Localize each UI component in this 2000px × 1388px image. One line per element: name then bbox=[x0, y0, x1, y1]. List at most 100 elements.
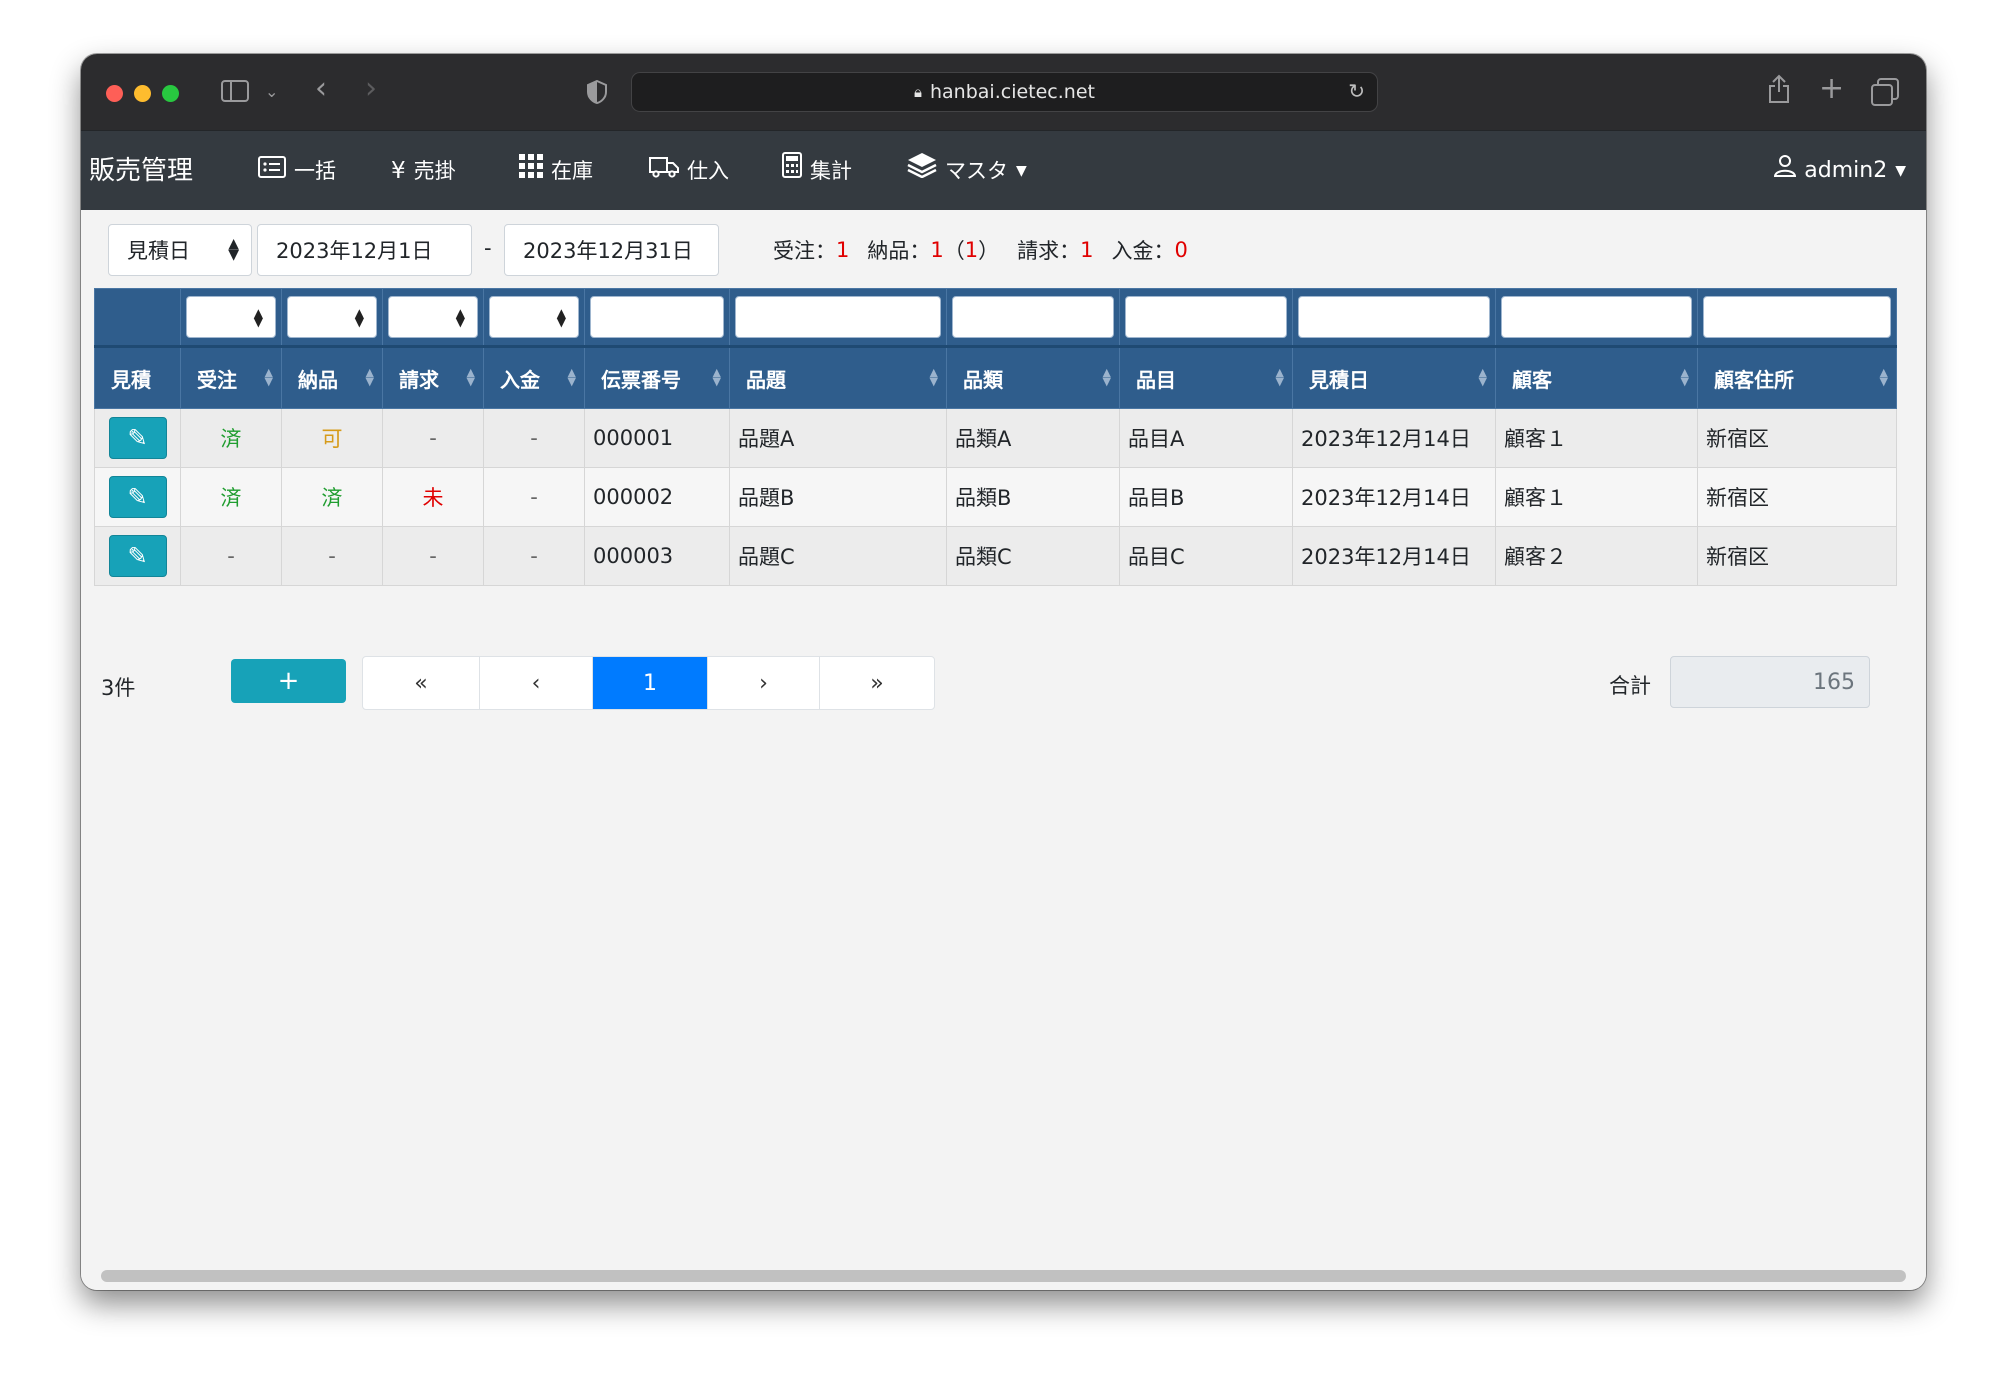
order-count: 1 bbox=[836, 238, 850, 262]
filter-cell bbox=[1495, 288, 1698, 347]
filter-date-input[interactable] bbox=[1298, 296, 1490, 338]
col-header-payment[interactable]: 入金 ▲ ▼ bbox=[483, 345, 585, 409]
filter-title-input[interactable] bbox=[735, 296, 941, 338]
filter-invoice-select[interactable]: ▲ ▼ bbox=[388, 296, 478, 338]
tabs-icon[interactable] bbox=[1871, 78, 1899, 111]
slip-number: 000002 bbox=[584, 467, 730, 527]
total-label: 合計 bbox=[1609, 674, 1651, 698]
filter-customer-input[interactable] bbox=[1501, 296, 1692, 338]
horizontal-scrollbar[interactable] bbox=[101, 1270, 1906, 1282]
sort-icon: ▲ ▼ bbox=[1879, 366, 1888, 388]
date-type-select[interactable]: 見積日 ▲ ▼ bbox=[108, 224, 252, 276]
add-estimate-button[interactable]: + bbox=[231, 659, 346, 703]
col-header-slip[interactable]: 伝票番号 ▲ ▼ bbox=[584, 345, 730, 409]
col-header-address[interactable]: 顧客住所 ▲ ▼ bbox=[1697, 345, 1897, 409]
invoice-status: 未 bbox=[382, 467, 484, 527]
close-window-icon[interactable] bbox=[106, 85, 123, 102]
share-icon[interactable] bbox=[1767, 74, 1791, 109]
nav-item-stock[interactable]: 在庫 bbox=[519, 131, 593, 211]
date-from-input[interactable]: 2023年12月1日 bbox=[257, 224, 472, 276]
sort-icon: ▲ ▼ bbox=[264, 366, 273, 388]
forward-icon[interactable]: › bbox=[365, 74, 377, 104]
order-status: 済 bbox=[180, 467, 282, 527]
col-header-label: 納品 bbox=[298, 367, 338, 392]
filter-order-select[interactable]: ▲ ▼ bbox=[186, 296, 276, 338]
lock-icon: 🔒︎ bbox=[914, 83, 922, 101]
pencil-icon: ✎ bbox=[127, 542, 148, 570]
reload-icon[interactable]: ↻ bbox=[1348, 79, 1365, 103]
page-last-button[interactable]: » bbox=[820, 657, 934, 709]
nav-item-receivable[interactable]: ¥ 売掛 bbox=[391, 131, 456, 211]
nav-item-master[interactable]: マスタ ▼ bbox=[907, 131, 1027, 211]
col-header-delivery[interactable]: 納品 ▲ ▼ bbox=[281, 345, 383, 409]
col-header-title[interactable]: 品題 ▲ ▼ bbox=[729, 345, 947, 409]
new-tab-icon[interactable]: + bbox=[1819, 74, 1844, 104]
filter-address-input[interactable] bbox=[1703, 296, 1891, 338]
customer-name: 顧客２ bbox=[1495, 526, 1698, 586]
yen-icon: ¥ bbox=[391, 158, 406, 184]
address-bar[interactable]: 🔒︎ hanbai.cietec.net ↻ bbox=[631, 72, 1378, 112]
col-header-kind[interactable]: 品類 ▲ ▼ bbox=[946, 345, 1120, 409]
payment-status: - bbox=[483, 408, 585, 468]
col-header-order[interactable]: 受注 ▲ ▼ bbox=[180, 345, 282, 409]
caret-down-icon: ▼ bbox=[1016, 163, 1027, 179]
select-arrows-icon: ▲ ▼ bbox=[354, 306, 364, 329]
page-1-button[interactable]: 1 bbox=[593, 657, 708, 709]
order-count-label: 受注： bbox=[773, 239, 836, 263]
invoice-count: 1 bbox=[1080, 238, 1094, 262]
back-icon[interactable]: ‹ bbox=[315, 74, 327, 104]
filter-payment-select[interactable]: ▲ ▼ bbox=[489, 296, 579, 338]
filter-cell bbox=[1697, 288, 1897, 347]
filter-cell bbox=[1119, 288, 1293, 347]
item-title: 品題B bbox=[729, 467, 947, 527]
col-header-label: 顧客住所 bbox=[1714, 367, 1794, 392]
item-name: 品目B bbox=[1119, 467, 1293, 527]
filter-cell bbox=[946, 288, 1120, 347]
user-menu[interactable]: admin2 ▼ bbox=[1774, 131, 1906, 211]
table-row[interactable]: ✎ 済 可 - - 000001 品題A 品類A 品目A 2023年12月14日… bbox=[94, 408, 1897, 468]
item-kind: 品類C bbox=[946, 526, 1120, 586]
col-header-label: 顧客 bbox=[1512, 367, 1552, 392]
item-name: 品目C bbox=[1119, 526, 1293, 586]
delivery-count: 1 bbox=[930, 238, 944, 262]
date-to-input[interactable]: 2023年12月31日 bbox=[504, 224, 719, 276]
nav-item-purchase[interactable]: 仕入 bbox=[649, 131, 729, 211]
edit-button[interactable]: ✎ bbox=[108, 535, 167, 577]
nav-item-label: マスタ bbox=[945, 159, 1008, 183]
card-list-icon bbox=[258, 131, 286, 211]
col-header-label: 請求 bbox=[399, 367, 439, 392]
page-first-button[interactable]: « bbox=[363, 657, 480, 709]
nav-item-aggregate[interactable]: 集計 bbox=[782, 131, 852, 211]
col-header-date[interactable]: 見積日 ▲ ▼ bbox=[1292, 345, 1496, 409]
status-summary: 受注： 1 納品： 1 （ 1 ） 請求： 1 入金： 0 bbox=[773, 224, 1188, 276]
chevron-down-icon[interactable]: ⌄ bbox=[265, 79, 278, 105]
filter-kind-input[interactable] bbox=[952, 296, 1114, 338]
filter-cell: ▲ ▼ bbox=[180, 288, 282, 347]
sort-icon: ▲ ▼ bbox=[567, 366, 576, 388]
table-row[interactable]: ✎ - - - - 000003 品題C 品類C 品目C 2023年12月14日… bbox=[94, 526, 1897, 586]
page-prev-button[interactable]: ‹ bbox=[480, 657, 593, 709]
filter-item-input[interactable] bbox=[1125, 296, 1287, 338]
app-navbar: 販売管理 一括 ¥ 売掛 在庫 仕入 集計 マスタ ▼ admin2 ▼ bbox=[81, 130, 1926, 211]
table-row[interactable]: ✎ 済 済 未 - 000002 品題B 品類B 品目B 2023年12月14日… bbox=[94, 467, 1897, 527]
sidebar-icon[interactable] bbox=[221, 79, 249, 108]
edit-button[interactable]: ✎ bbox=[108, 476, 167, 518]
nav-item-bulk[interactable]: 一括 bbox=[258, 131, 336, 211]
col-header-item[interactable]: 品目 ▲ ▼ bbox=[1119, 345, 1293, 409]
col-header-label: 見積日 bbox=[1309, 367, 1369, 392]
filter-slip-input[interactable] bbox=[590, 296, 724, 338]
user-name: admin2 bbox=[1804, 158, 1888, 183]
nav-item-label: 仕入 bbox=[687, 159, 729, 183]
estimate-date: 2023年12月14日 bbox=[1292, 408, 1496, 468]
zoom-window-icon[interactable] bbox=[162, 85, 179, 102]
customer-address: 新宿区 bbox=[1697, 408, 1897, 468]
col-header-label: 伝票番号 bbox=[601, 367, 681, 392]
minimize-window-icon[interactable] bbox=[134, 85, 151, 102]
filter-delivery-select[interactable]: ▲ ▼ bbox=[287, 296, 377, 338]
estimates-table: ▲ ▼ ▲ ▼ ▲ ▼ ▲ ▼ 見積 受注 ▲ ▼ 納品 ▲ ▼ 請求 ▲ ▼ 入金 ▲ ▼ 伝票番号 ▲… bbox=[94, 288, 1897, 586]
edit-button[interactable]: ✎ bbox=[108, 417, 167, 459]
page-next-button[interactable]: › bbox=[708, 657, 820, 709]
col-header-customer[interactable]: 顧客 ▲ ▼ bbox=[1495, 345, 1698, 409]
app-brand[interactable]: 販売管理 bbox=[89, 131, 193, 211]
col-header-invoice[interactable]: 請求 ▲ ▼ bbox=[382, 345, 484, 409]
